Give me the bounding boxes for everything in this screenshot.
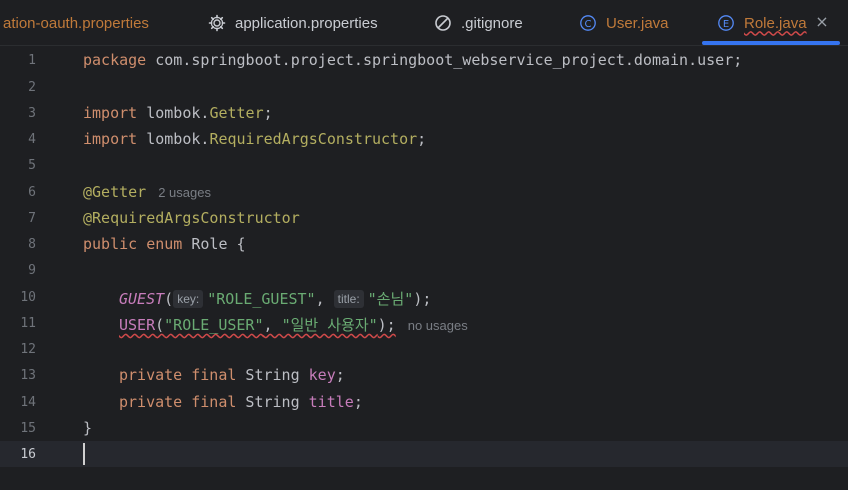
semicolon: ; [353,393,363,411]
parameter-hint: title: [333,290,364,308]
line-number: 14 [20,395,36,410]
paren: ( [164,290,174,308]
field-name: key [308,366,336,384]
import-class: RequiredArgsConstructor [209,130,418,148]
import-package: lombok. [137,104,210,122]
paren: ); [377,316,396,334]
line-number: 15 [20,421,36,436]
import-package: lombok. [137,130,210,148]
tab-user-java[interactable]: C User.java [578,0,669,46]
line-number: 10 [20,290,36,305]
line-number: 2 [28,80,36,95]
string-literal: "ROLE_GUEST" [207,290,316,308]
enum-constant: USER [119,316,156,334]
line-number: 4 [28,132,36,147]
line-number: 5 [28,158,36,173]
enum-constant: GUEST [119,290,165,308]
code-line-3: import lombok.Getter; [83,104,273,122]
tab-label: .gitignore [461,14,523,32]
code-line-7: @RequiredArgsConstructor [83,209,300,227]
tab-application-properties[interactable]: application.properties [207,0,378,46]
line-number: 6 [28,185,36,200]
field-name: title [308,393,354,411]
keyword: import [83,130,138,148]
semicolon: ; [263,104,273,122]
code-line-15: } [83,419,92,437]
line-number-current: 16 [20,447,36,462]
enum-icon: E [716,13,736,33]
ignore-icon [433,13,453,33]
paren: ( [155,316,165,334]
gear-icon [207,13,227,33]
class-icon: C [578,13,598,33]
line-number: 8 [28,237,36,252]
code-line-8: public enum Role { [83,235,246,253]
line-number: 13 [20,368,36,383]
tab-label: application.properties [235,14,378,32]
keyword: public enum [83,235,183,253]
code-line-1: package com.springboot.project.springboo… [83,51,742,69]
svg-text:E: E [723,19,729,30]
line-number: 9 [28,263,36,278]
semicolon: ; [417,130,427,148]
keyword: package [83,51,147,69]
usage-hint[interactable]: no usages [408,318,468,333]
keyword: private final [119,366,237,384]
string-literal: "ROLE_USER" [164,316,264,334]
tab-role-java[interactable]: E Role.java [716,0,807,46]
svg-text:C: C [585,19,592,30]
code-line-14: private final String title; [119,393,363,411]
string-literal: "일반 사용자" [281,316,378,334]
code-line-11: USER("ROLE_USER", "일반 사용자"); no usages [119,314,468,335]
text-caret [83,443,85,465]
close-icon[interactable]: × [813,11,831,31]
keyword: private final [119,393,237,411]
code-line-13: private final String key; [119,366,345,384]
annotation: @Getter [83,183,147,201]
current-line-highlight [0,441,848,467]
package-name: com.springboot.project.springboot_webser… [146,51,743,69]
keyword: import [83,104,138,122]
paren: ); [413,290,432,308]
line-number: 12 [20,342,36,357]
enum-declaration: Role { [182,235,246,253]
code-line-10: GUEST(key: "ROLE_GUEST", title: "손님"); [119,288,431,309]
type: String [236,393,309,411]
comma: , [263,316,282,334]
semicolon: ; [335,366,345,384]
editor-tab-bar: ation-oauth.properties application.prope… [0,0,848,46]
line-number: 1 [28,53,36,68]
import-class: Getter [209,104,264,122]
parameter-hint: key: [173,290,204,308]
closing-brace: } [83,419,93,437]
comma: , [315,290,334,308]
tab-label: Role.java [744,14,807,32]
line-number: 7 [28,211,36,226]
string-literal: "손님" [367,290,414,308]
type: String [236,366,309,384]
tab-label: User.java [606,14,669,32]
line-number: 11 [20,316,36,331]
code-line-4: import lombok.RequiredArgsConstructor; [83,130,426,148]
usage-hint[interactable]: 2 usages [158,185,211,200]
tab-application-oauth-properties[interactable]: ation-oauth.properties [3,0,149,46]
active-tab-indicator [702,41,840,45]
tab-gitignore[interactable]: .gitignore [433,0,523,46]
code-line-6: @Getter 2 usages [83,183,211,201]
annotation: @RequiredArgsConstructor [83,209,300,227]
tab-label: ation-oauth.properties [3,14,149,32]
line-number: 3 [28,106,36,121]
